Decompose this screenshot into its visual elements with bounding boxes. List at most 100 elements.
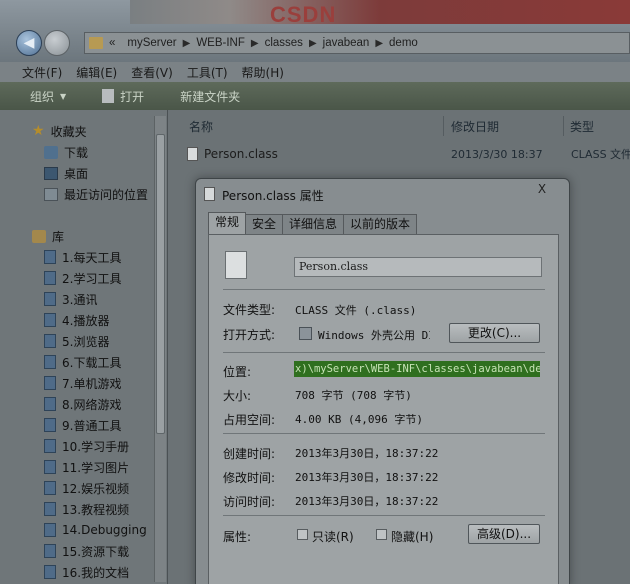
new-folder-button[interactable]: 新建文件夹 xyxy=(180,88,240,105)
nav-lib-item-label: 11.学习图片 xyxy=(62,460,130,475)
nav-lib-item[interactable]: 6.下载工具 xyxy=(44,352,121,372)
column-divider[interactable] xyxy=(563,116,564,136)
nav-lib-item[interactable]: 11.学习图片 xyxy=(44,457,129,477)
close-button[interactable]: X xyxy=(532,181,552,197)
nav-downloads[interactable]: 下载 xyxy=(44,142,88,162)
column-divider[interactable] xyxy=(443,116,444,136)
nav-lib-item[interactable]: 10.学习手册 xyxy=(44,436,129,456)
star-icon: ★ xyxy=(32,123,45,139)
tab-details[interactable]: 详细信息 xyxy=(282,214,345,234)
menu-edit[interactable]: 编辑(E) xyxy=(76,64,117,81)
created-label: 创建时间: xyxy=(223,447,276,461)
nav-lib-item[interactable]: 12.娱乐视频 xyxy=(44,478,129,498)
size-label: 大小: xyxy=(223,389,252,403)
nav-recent-label: 最近访问的位置 xyxy=(64,187,149,202)
modified-value: 2013年3月30日，18:37:22 xyxy=(295,471,439,484)
nav-lib-item[interactable]: 16.我的文档 xyxy=(44,562,129,582)
recent-places-icon xyxy=(44,187,58,201)
downloads-icon xyxy=(44,145,58,159)
nav-lib-item[interactable]: 13.教程视频 xyxy=(44,499,129,519)
library-folder-icon xyxy=(44,313,56,327)
background-banner: CSDN xyxy=(130,0,630,27)
nav-lib-item-label: 2.学习工具 xyxy=(62,271,122,286)
tab-general[interactable]: 常规 xyxy=(208,212,247,234)
library-folder-icon xyxy=(44,355,56,369)
hidden-checkbox[interactable] xyxy=(376,529,387,540)
open-button[interactable]: 打开 xyxy=(102,88,144,105)
nav-lib-item-label: 9.普通工具 xyxy=(62,418,122,433)
back-button[interactable]: ◀ xyxy=(16,30,42,56)
filename-input[interactable]: Person.class xyxy=(294,257,542,277)
nav-lib-item[interactable]: 8.网络游戏 xyxy=(44,394,121,414)
column-date[interactable]: 修改日期 xyxy=(451,114,499,138)
column-name[interactable]: 名称 xyxy=(189,114,213,138)
nav-library-label: 库 xyxy=(52,229,65,244)
readonly-checkbox[interactable] xyxy=(297,529,308,540)
nav-library[interactable]: 库 xyxy=(32,226,64,246)
menu-file[interactable]: 文件(F) xyxy=(22,64,62,81)
nav-lib-item-label: 12.娱乐视频 xyxy=(62,481,130,496)
menu-tools[interactable]: 工具(T) xyxy=(187,64,228,81)
change-button[interactable]: 更改(C)... xyxy=(449,323,540,343)
general-panel: Person.class 文件类型: CLASS 文件 (.class) 打开方… xyxy=(208,234,559,584)
properties-dialog: Person.class 属性 X 常规 安全 详细信息 以前的版本 Perso… xyxy=(195,178,570,584)
nav-desktop[interactable]: 桌面 xyxy=(44,163,88,183)
hidden-label[interactable]: 隐藏(H) xyxy=(391,528,433,545)
nav-favorites[interactable]: ★ 收藏夹 xyxy=(32,121,87,141)
library-folder-icon xyxy=(44,565,56,579)
command-bar: 组织 ▼ 打开 新建文件夹 xyxy=(0,82,630,110)
file-row[interactable]: Person.class 2013/3/30 18:37 CLASS 文件 xyxy=(187,144,630,164)
nav-recent[interactable]: 最近访问的位置 xyxy=(44,184,148,204)
navigation-pane: ★ 收藏夹 下载 桌面 最近访问的位置 库 1.每天工具 2.学习工具 3.通讯… xyxy=(0,110,168,584)
divider xyxy=(223,515,545,516)
crumb-myserver[interactable]: myServer xyxy=(127,37,176,49)
crumb-separator[interactable]: ▶ xyxy=(183,38,191,49)
nav-lib-item-label: 16.我的文档 xyxy=(62,565,130,580)
nav-lib-item[interactable]: 4.播放器 xyxy=(44,310,109,330)
crumb-javabean[interactable]: javabean xyxy=(323,37,370,49)
library-folder-icon xyxy=(44,544,56,558)
nav-lib-item[interactable]: 2.学习工具 xyxy=(44,268,121,288)
advanced-button[interactable]: 高级(D)... xyxy=(468,524,540,544)
divider xyxy=(223,433,545,434)
crumb-classes[interactable]: classes xyxy=(265,37,303,49)
file-icon xyxy=(225,251,247,279)
crumb-demo[interactable]: demo xyxy=(389,37,418,49)
crumb-separator[interactable]: ▶ xyxy=(375,38,383,49)
nav-lib-item[interactable]: 1.每天工具 xyxy=(44,247,121,267)
nav-lib-item-label: 1.每天工具 xyxy=(62,250,122,265)
open-icon xyxy=(102,89,115,103)
nav-lib-item[interactable]: 9.普通工具 xyxy=(44,415,121,435)
menu-view[interactable]: 查看(V) xyxy=(131,64,173,81)
crumb-separator[interactable]: ▶ xyxy=(251,38,259,49)
forward-button[interactable] xyxy=(44,30,70,56)
library-folder-icon xyxy=(44,334,56,348)
nav-scrollbar-thumb[interactable] xyxy=(156,134,165,434)
tab-security[interactable]: 安全 xyxy=(245,214,284,234)
dialog-tabs: 常规 安全 详细信息 以前的版本 xyxy=(208,212,418,234)
nav-lib-item-label: 10.学习手册 xyxy=(62,439,130,454)
library-folder-icon xyxy=(44,418,56,432)
nav-lib-item[interactable]: 7.单机游戏 xyxy=(44,373,121,393)
nav-lib-item[interactable]: 5.浏览器 xyxy=(44,331,109,351)
crumb-web-inf[interactable]: WEB-INF xyxy=(196,37,245,49)
nav-lib-item[interactable]: 14.Debugging xyxy=(44,520,147,540)
file-icon xyxy=(187,147,198,161)
address-prefix: « xyxy=(109,37,116,49)
library-folder-icon xyxy=(44,376,56,390)
modified-label: 修改时间: xyxy=(223,471,276,485)
address-bar[interactable]: « myServer ▶ WEB-INF ▶ classes ▶ javabean ▶ … xyxy=(84,32,630,54)
nav-scrollbar[interactable] xyxy=(154,116,166,582)
tab-previous-versions[interactable]: 以前的版本 xyxy=(343,214,418,234)
organize-button[interactable]: 组织 ▼ xyxy=(30,88,66,105)
nav-lib-item[interactable]: 3.通讯 xyxy=(44,289,97,309)
disk-size-label: 占用空间: xyxy=(223,413,276,427)
nav-lib-item-label: 15.资源下载 xyxy=(62,544,130,559)
crumb-separator[interactable]: ▶ xyxy=(309,38,317,49)
nav-lib-item[interactable]: 15.资源下载 xyxy=(44,541,129,561)
organize-label: 组织 xyxy=(30,89,55,104)
column-type[interactable]: 类型 xyxy=(570,114,594,138)
location-value[interactable]: x)\myServer\WEB-INF\classes\javabean\dem… xyxy=(294,361,540,377)
menu-help[interactable]: 帮助(H) xyxy=(242,64,284,81)
readonly-label[interactable]: 只读(R) xyxy=(312,528,354,545)
